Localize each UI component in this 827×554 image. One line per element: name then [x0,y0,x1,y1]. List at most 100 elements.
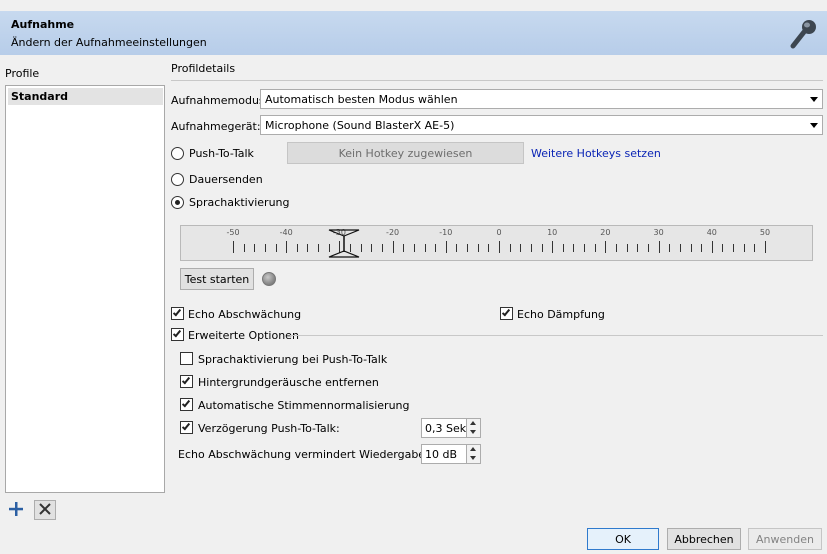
advanced-options-divider [290,335,823,336]
voice-activation-radio[interactable] [171,196,184,209]
radio-selected-dot [175,200,180,205]
meter-scale-label: 20 [600,228,611,237]
ok-button[interactable]: OK [587,528,659,550]
meter-tick [520,244,522,252]
meter-tick [254,244,256,252]
divider [171,80,823,81]
meter-tick [637,244,639,252]
voice-activation-label: Sprachaktivierung [189,196,290,209]
meter-tick [477,244,479,252]
checkmark-icon [501,307,511,317]
echo-cancellation-checkbox[interactable] [500,307,513,320]
meter-tick [403,244,405,252]
test-start-button[interactable]: Test starten [180,268,254,290]
close-icon [39,502,51,518]
meter-tick [456,244,458,252]
checkmark-icon [172,307,182,317]
meter-tick [605,241,607,253]
checkmark-icon [181,421,191,431]
meter-scale-label: 10 [547,228,558,237]
continuous-transmission-label: Dauersenden [189,173,263,186]
microphone-icon [789,18,819,50]
meter-tick [264,244,266,252]
recording-device-select[interactable]: Microphone (Sound BlasterX AE-5) [260,115,823,135]
meter-tick [307,244,309,252]
ptt-delay-checkbox[interactable] [180,421,193,434]
recording-mode-select[interactable]: Automatisch besten Modus wählen [260,89,823,109]
checkmark-icon [181,375,191,385]
meter-tick [584,244,586,252]
meter-tick [743,244,745,252]
meter-tick [509,244,511,252]
spin-buttons[interactable] [466,419,480,437]
echo-playback-reduction-value: 10 dB [425,448,458,461]
meter-tick [286,241,288,253]
ptt-delay-spinbox[interactable]: 0,3 Sek [421,418,481,438]
plus-icon [9,501,23,519]
meter-tick [616,244,618,252]
add-profile-button[interactable] [5,500,27,520]
meter-tick [392,241,394,253]
profile-item-standard[interactable]: Standard [8,88,163,105]
spin-down-icon[interactable] [470,430,476,434]
more-hotkeys-link[interactable]: Weitere Hotkeys setzen [531,147,661,160]
meter-tick [488,244,490,252]
meter-tick [701,244,703,252]
chevron-down-icon [810,97,818,102]
meter-tick [424,244,426,252]
meter-tick [381,244,383,252]
meter-tick [243,244,245,252]
meter-tick [711,241,713,253]
remove-background-noise-checkbox[interactable] [180,375,193,388]
hotkey-button[interactable]: Kein Hotkey zugewiesen [287,142,524,164]
meter-tick [562,244,564,252]
voice-normalization-checkbox[interactable] [180,398,193,411]
meter-tick [765,241,766,253]
meter-tick [530,244,532,252]
meter-tick [318,244,320,252]
meter-tick [594,244,596,252]
echo-reduction-checkbox[interactable] [171,307,184,320]
meter-tick [658,241,660,253]
checkmark-icon [172,328,182,338]
meter-tick [669,244,671,252]
spin-up-icon[interactable] [470,447,476,451]
spin-down-icon[interactable] [470,456,476,460]
meter-tick [445,241,447,253]
meter-scale-label: 0 [496,228,502,237]
cancel-button[interactable]: Abbrechen [667,528,741,550]
threshold-slider-handle[interactable] [327,226,361,260]
recording-device-value: Microphone (Sound BlasterX AE-5) [265,119,455,132]
echo-playback-reduction-spinbox[interactable]: 10 dB [421,444,481,464]
profile-details-title: Profildetails [171,62,236,75]
meter-tick [552,241,554,253]
apply-button[interactable]: Anwenden [748,528,822,550]
push-to-talk-radio[interactable] [171,147,184,160]
echo-playback-reduction-label: Echo Abschwächung vermindert Wiedergabe … [178,448,450,461]
spin-buttons[interactable] [466,445,480,463]
voice-on-ptt-label: Sprachaktivierung bei Push-To-Talk [198,353,388,366]
remove-profile-button[interactable] [34,500,56,520]
remove-background-noise-label: Hintergrundgeräusche entfernen [198,376,379,389]
dialog-title: Aufnahme [11,18,75,31]
meter-tick [435,244,437,252]
continuous-transmission-radio[interactable] [171,173,184,186]
meter-tick [275,244,277,252]
meter-scale-label: 50 [759,228,771,237]
meter-tick [573,244,575,252]
recording-mode-label: Aufnahmemodus: [171,94,269,107]
advanced-options-label: Erweiterte Optionen [188,329,299,342]
advanced-options-checkbox[interactable] [171,328,184,341]
dialog-header: Aufnahme Ändern der Aufnahmeeinstellunge… [0,11,827,55]
meter-tick [690,244,692,252]
profile-list[interactable]: Standard [5,85,165,493]
meter-tick [371,244,373,252]
voice-normalization-label: Automatische Stimmennormalisierung [198,399,410,412]
meter-tick [296,244,298,252]
voice-activation-level-meter[interactable]: -50 -40 -30 -20 -10 0 10 20 30 40 50 [180,225,813,261]
voice-on-ptt-checkbox[interactable] [180,352,193,365]
echo-cancellation-label: Echo Dämpfung [517,308,605,321]
meter-scale-label: -40 [279,228,293,237]
spin-up-icon[interactable] [470,421,476,425]
meter-tick [626,244,628,252]
